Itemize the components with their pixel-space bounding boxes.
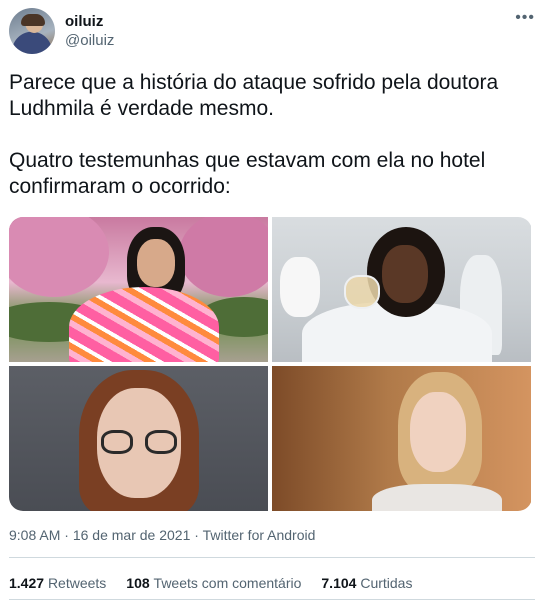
tweet-source[interactable]: Twitter for Android — [203, 527, 316, 543]
woman-shirt — [372, 484, 502, 511]
likes-label: Curtidas — [360, 575, 413, 591]
media-grid — [9, 217, 532, 511]
retweets-label: Retweets — [47, 575, 107, 591]
meta-separator: · — [194, 527, 203, 543]
scientist-face — [382, 245, 428, 303]
flower-bush — [179, 217, 268, 297]
quotes-label: Tweets com comentário — [153, 575, 302, 591]
avatar-hair — [21, 14, 45, 26]
quotes-stat[interactable]: 108 Tweets com comentário — [126, 575, 301, 591]
quotes-count: 108 — [126, 575, 154, 591]
tweet-stats: 1.427 Retweets 108 Tweets com comentário… — [9, 575, 432, 591]
retweets-stat[interactable]: 1.427 Retweets — [9, 575, 106, 591]
tweet-text: Parece que a história do ataque sofrido … — [9, 71, 499, 198]
divider — [9, 557, 535, 558]
author-names: oiluiz @oiluiz — [65, 12, 114, 50]
author-handle[interactable]: @oiluiz — [65, 31, 114, 50]
tweet-time[interactable]: 9:08 AM — [9, 527, 60, 543]
tweet-card: oiluiz @oiluiz ••• Parece que a história… — [0, 0, 545, 600]
tweet-meta: 9:08 AM · 16 de mar de 2021 · Twitter fo… — [9, 527, 315, 543]
photo-woman-glasses[interactable] — [9, 366, 268, 511]
more-options-icon[interactable]: ••• — [515, 10, 535, 26]
glasses-lens — [101, 430, 133, 454]
tweet-header: oiluiz @oiluiz ••• — [9, 8, 535, 56]
glove — [280, 257, 320, 317]
author-display-name[interactable]: oiluiz — [65, 12, 114, 31]
likes-stat[interactable]: 7.104 Curtidas — [321, 575, 412, 591]
woman-face — [410, 392, 466, 472]
flower-bush — [9, 217, 109, 297]
meta-separator: · — [64, 527, 73, 543]
avatar[interactable] — [9, 8, 55, 54]
likes-count: 7.104 — [321, 575, 361, 591]
photo-woman-flowers[interactable] — [9, 217, 268, 362]
photo-blonde-woman[interactable] — [272, 366, 531, 511]
flask — [344, 275, 380, 309]
woman-face — [137, 239, 175, 287]
photo-scientist-lab[interactable] — [272, 217, 531, 362]
retweets-count: 1.427 — [9, 575, 48, 591]
tweet-date[interactable]: 16 de mar de 2021 — [73, 527, 191, 543]
woman-dress — [69, 287, 219, 362]
glasses-lens — [145, 430, 177, 454]
